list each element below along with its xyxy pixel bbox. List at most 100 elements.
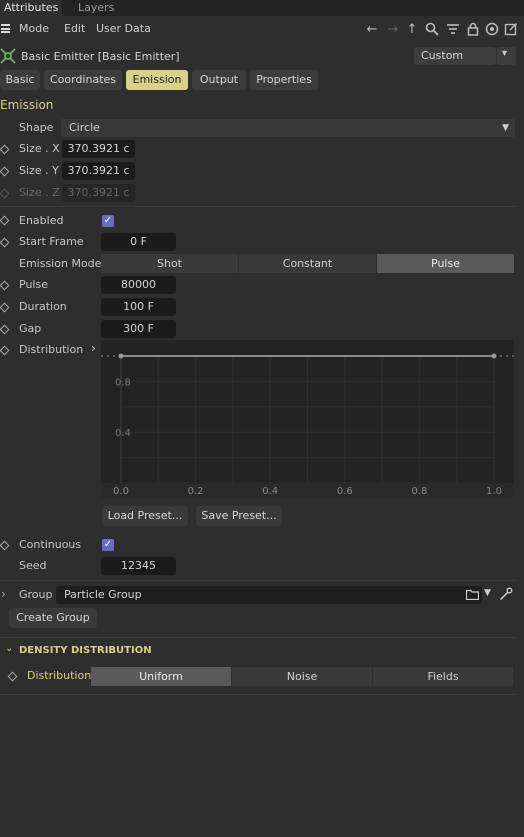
save-preset-button[interactable]: Save Preset... <box>196 506 282 526</box>
start-frame-label: Start Frame <box>19 235 84 248</box>
y-tick-label: 0.4 <box>115 428 131 439</box>
distribution-spline-graph[interactable]: 0.0 0.2 0.4 0.6 0.8 1.0 0.8 0.4 <box>101 340 514 498</box>
picker-icon[interactable] <box>499 587 513 604</box>
density-uniform[interactable]: Uniform <box>91 667 231 686</box>
gap-label: Gap <box>19 322 42 335</box>
menu-edit[interactable]: Edit <box>64 22 85 35</box>
new-window-icon[interactable] <box>503 22 519 38</box>
chevron-right-icon[interactable]: › <box>1 587 6 601</box>
mode-shot[interactable]: Shot <box>101 254 238 273</box>
keyframe-diamond-icon <box>0 188 10 199</box>
x-tick-label: 0.2 <box>188 486 204 497</box>
divider <box>0 206 516 207</box>
group-label: Group <box>19 588 53 601</box>
load-preset-button[interactable]: Load Preset... <box>102 506 188 526</box>
size-z-field: 370.3921 c <box>62 184 135 202</box>
gap-field[interactable]: 300 F <box>101 320 176 338</box>
preset-dropdown[interactable]: Custom <box>414 47 496 65</box>
mode-constant[interactable]: Constant <box>239 254 376 273</box>
seed-field[interactable]: 12345 <box>101 557 176 575</box>
size-y-field[interactable]: 370.3921 c <box>62 162 135 180</box>
keyframe-diamond-icon[interactable] <box>0 215 10 226</box>
preset-menu-button[interactable]: ▾ <box>497 47 516 65</box>
forward-arrow-icon[interactable]: → <box>385 22 401 38</box>
spline-knot <box>118 353 124 359</box>
up-arrow-icon[interactable]: ↑ <box>404 22 420 38</box>
chevron-down-icon[interactable]: ⌄ <box>5 643 13 654</box>
continuous-label: Continuous <box>19 538 82 551</box>
start-frame-field[interactable]: 0 F <box>101 233 176 251</box>
tab-layers[interactable]: Layers <box>78 0 128 16</box>
lock-icon[interactable] <box>465 22 481 38</box>
size-x-label: Size . X <box>19 142 60 155</box>
enabled-checkbox[interactable]: ✓ <box>102 215 114 227</box>
keyframe-diamond-icon[interactable] <box>0 237 10 248</box>
density-noise[interactable]: Noise <box>232 667 372 686</box>
keyframe-diamond-icon[interactable] <box>0 324 10 335</box>
section-emission-title: Emission <box>0 98 54 112</box>
density-fields[interactable]: Fields <box>373 667 513 686</box>
divider <box>0 694 516 695</box>
chevron-down-icon[interactable]: ▼ <box>484 588 491 598</box>
create-group-button[interactable]: Create Group <box>9 608 97 628</box>
enabled-label: Enabled <box>19 214 64 227</box>
keyframe-diamond-icon[interactable] <box>0 144 10 155</box>
shape-dropdown[interactable]: Circle ▼ <box>61 119 515 137</box>
divider <box>0 580 516 581</box>
x-axis-strip <box>101 483 514 498</box>
preset-value: Custom <box>421 49 464 62</box>
chevron-right-icon[interactable]: › <box>91 341 96 355</box>
keyframe-diamond-icon[interactable] <box>0 166 10 177</box>
x-tick-label: 1.0 <box>486 486 502 497</box>
keyframe-diamond-icon[interactable] <box>0 302 10 313</box>
duration-label: Duration <box>19 300 67 313</box>
duration-field[interactable]: 100 F <box>101 298 176 316</box>
menu-bar: Mode Edit User Data ← → ↑ <box>0 18 524 42</box>
x-tick-label: 0.8 <box>411 486 427 497</box>
continuous-checkbox[interactable]: ✓ <box>102 539 114 551</box>
pulse-label: Pulse <box>19 278 48 291</box>
object-title: Basic Emitter [Basic Emitter] <box>21 50 180 63</box>
divider <box>0 637 516 638</box>
shape-value: Circle <box>69 121 100 134</box>
keyframe-diamond-icon[interactable] <box>0 280 10 291</box>
menu-mode[interactable]: Mode <box>19 22 49 35</box>
size-x-field[interactable]: 370.3921 c <box>62 140 135 158</box>
hamburger-icon[interactable] <box>1 24 10 33</box>
tab-coordinates[interactable]: Coordinates <box>44 70 122 90</box>
mode-pulse[interactable]: Pulse <box>377 254 514 273</box>
size-z-label: Size . Z <box>19 186 60 199</box>
back-arrow-icon[interactable]: ← <box>364 22 380 38</box>
group-field[interactable]: Particle Group <box>56 586 482 604</box>
filter-icon[interactable] <box>445 22 461 38</box>
folder-icon[interactable] <box>465 589 480 603</box>
seed-label: Seed <box>19 559 47 572</box>
search-icon[interactable] <box>424 22 440 38</box>
shape-label: Shape <box>19 121 54 134</box>
x-tick-label: 0.4 <box>262 486 278 497</box>
distribution-label: Distribution <box>19 343 84 356</box>
chevron-down-icon: ▼ <box>502 123 509 133</box>
keyframe-diamond-icon[interactable] <box>0 540 10 551</box>
emitter-icon <box>0 48 16 64</box>
tab-basic[interactable]: Basic <box>0 70 40 90</box>
size-y-label: Size . Y <box>19 164 59 177</box>
keyframe-diamond-icon[interactable] <box>0 345 10 356</box>
tab-properties[interactable]: Properties <box>250 70 318 90</box>
tab-attributes[interactable]: Attributes <box>0 0 62 16</box>
x-tick-label: 0.0 <box>113 486 129 497</box>
spline-knot <box>491 353 497 359</box>
tab-emission[interactable]: Emission <box>126 70 188 90</box>
menu-user-data[interactable]: User Data <box>96 22 151 35</box>
tab-output[interactable]: Output <box>192 70 246 90</box>
emission-mode-label: Emission Mode <box>19 257 102 270</box>
section-density-title: DENSITY DISTRIBUTION <box>19 645 152 656</box>
keyframe-diamond-icon[interactable] <box>7 671 18 682</box>
x-tick-label: 0.6 <box>337 486 353 497</box>
y-tick-label: 0.8 <box>115 377 131 388</box>
chevron-down-icon: ▾ <box>502 48 508 59</box>
target-icon[interactable] <box>484 22 500 38</box>
pulse-field[interactable]: 80000 <box>101 276 176 294</box>
panel-tabs: Attributes Layers <box>0 0 524 16</box>
density-distribution-label: Distribution <box>27 669 92 682</box>
